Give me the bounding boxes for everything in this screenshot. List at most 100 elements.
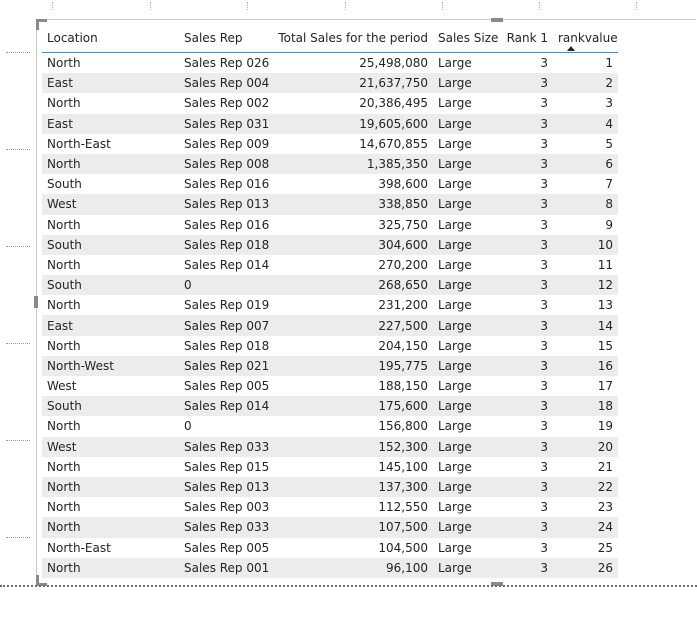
cell-sales-rep: Sales Rep 005 — [184, 379, 269, 394]
cell-sales-size: Large — [438, 177, 472, 192]
column-header-sales-size[interactable]: Sales Size — [433, 24, 501, 53]
cell-sales-rep: Sales Rep 031 — [179, 113, 269, 134]
cell-sales-size: Large — [433, 517, 501, 538]
cell-total-sales: 104,500 — [378, 540, 428, 555]
table-row[interactable]: South Sales Rep 018 304,600 Large 3 10 — [42, 234, 618, 255]
cell-total-sales: 188,150 — [378, 379, 428, 394]
cell-sales-rep: 0 — [179, 275, 269, 296]
cell-sales-rep: Sales Rep 018 — [179, 234, 269, 255]
cell-sales-rep: Sales Rep 015 — [184, 459, 269, 474]
table-row[interactable]: East Sales Rep 007 227,500 Large 3 14 — [42, 315, 618, 336]
table-row[interactable]: West Sales Rep 005 188,150 Large 3 17 — [42, 376, 618, 396]
cell-sales-rep: Sales Rep 003 — [184, 500, 269, 515]
cell-sales-rep: Sales Rep 033 — [179, 517, 269, 538]
table-row[interactable]: North-West Sales Rep 021 195,775 Large 3 16 — [42, 355, 618, 376]
cell-rank-1: 3 — [501, 436, 553, 457]
cell-location: North — [42, 476, 179, 498]
table-row[interactable]: West Sales Rep 013 338,850 Large 3 8 — [42, 194, 618, 215]
cell-rank-1: 3 — [540, 217, 548, 232]
table-row[interactable]: North-East Sales Rep 009 14,670,855 Large 3 5 — [42, 134, 618, 154]
cell-rankvalue: 12 — [553, 275, 618, 296]
table-row[interactable]: West Sales Rep 033 152,300 Large 3 20 — [42, 436, 618, 457]
cell-rank-1: 3 — [501, 153, 553, 175]
cell-total-sales: 1,385,350 — [269, 153, 433, 175]
table-header-row: Location Sales Rep Total Sales for the p… — [42, 24, 618, 53]
column-header-rankvalue[interactable]: rankvalue — [553, 24, 618, 53]
cell-total-sales: 14,670,855 — [359, 136, 428, 151]
cell-total-sales: 21,637,750 — [269, 73, 433, 94]
table-row[interactable]: North Sales Rep 014 270,200 Large 3 11 — [42, 255, 618, 275]
cell-rankvalue: 26 — [553, 557, 618, 578]
cell-sales-rep: 0 — [184, 419, 192, 434]
cell-sales-size: Large — [438, 257, 472, 272]
cell-total-sales: 25,498,080 — [359, 56, 428, 71]
column-header-location[interactable]: Location — [42, 24, 179, 53]
cell-sales-size: Large — [433, 476, 501, 498]
cell-sales-size: Large — [438, 338, 472, 353]
cell-total-sales: 96,100 — [269, 557, 433, 578]
cell-total-sales: 338,850 — [269, 194, 433, 215]
cell-rank-1: 3 — [501, 355, 553, 376]
table-row[interactable]: North Sales Rep 019 231,200 Large 3 13 — [42, 295, 618, 315]
cell-total-sales: 204,150 — [378, 338, 428, 353]
cell-rankvalue: 3 — [605, 96, 613, 111]
cell-rank-1: 3 — [501, 476, 553, 498]
cell-rankvalue: 4 — [553, 113, 618, 134]
table-row[interactable]: North Sales Rep 015 145,100 Large 3 21 — [42, 457, 618, 477]
table-row[interactable]: South Sales Rep 014 175,600 Large 3 18 — [42, 396, 618, 417]
table-row[interactable]: South Sales Rep 016 398,600 Large 3 7 — [42, 174, 618, 194]
table-row[interactable]: North 0 156,800 Large 3 19 — [42, 416, 618, 436]
table-row[interactable]: North Sales Rep 002 20,386,495 Large 3 3 — [42, 93, 618, 113]
table-visual: Location Sales Rep Total Sales for the p… — [42, 24, 618, 578]
cell-rank-1: 3 — [540, 177, 548, 192]
cell-rank-1: 3 — [540, 500, 548, 515]
resize-handle-top[interactable] — [491, 18, 503, 22]
cell-location: North — [47, 419, 81, 434]
cell-sales-rep: Sales Rep 018 — [184, 338, 269, 353]
table-row[interactable]: North Sales Rep 001 96,100 Large 3 26 — [42, 557, 618, 578]
cell-location: North-East — [47, 136, 111, 151]
cell-rank-1: 3 — [501, 517, 553, 538]
cell-sales-size: Large — [433, 355, 501, 376]
cell-rank-1: 3 — [540, 136, 548, 151]
table-row[interactable]: North Sales Rep 018 204,150 Large 3 15 — [42, 336, 618, 356]
column-header-sales-rep[interactable]: Sales Rep — [179, 24, 269, 53]
cell-location: South — [42, 396, 179, 417]
report-canvas: Location Sales Rep Total Sales for the p… — [0, 0, 697, 639]
cell-rank-1: 3 — [501, 275, 553, 296]
table-row[interactable]: North-East Sales Rep 005 104,500 Large 3 25 — [42, 538, 618, 558]
resize-handle-left[interactable] — [34, 296, 38, 308]
cell-rankvalue: 19 — [597, 419, 613, 434]
cell-total-sales: 268,650 — [269, 275, 433, 296]
cell-rankvalue: 16 — [553, 355, 618, 376]
cell-total-sales: 325,750 — [378, 217, 428, 232]
column-header-rank-1[interactable]: Rank 1 — [501, 24, 553, 53]
column-header-total-sales[interactable]: Total Sales for the period — [269, 24, 433, 53]
table-row[interactable]: North Sales Rep 008 1,385,350 Large 3 6 — [42, 153, 618, 175]
table-row[interactable]: North Sales Rep 003 112,550 Large 3 23 — [42, 497, 618, 517]
sort-ascending-icon — [567, 46, 575, 51]
cell-location: North — [47, 257, 81, 272]
table-row[interactable]: East Sales Rep 031 19,605,600 Large 3 4 — [42, 113, 618, 134]
cell-rank-1: 3 — [540, 96, 548, 111]
table-row[interactable]: North Sales Rep 016 325,750 Large 3 9 — [42, 215, 618, 235]
table-row[interactable]: North Sales Rep 026 25,498,080 Large 3 1 — [42, 53, 618, 74]
cell-rankvalue: 10 — [553, 234, 618, 255]
cell-total-sales: 20,386,495 — [359, 96, 428, 111]
cell-sales-size: Large — [433, 73, 501, 94]
table-row[interactable]: East Sales Rep 004 21,637,750 Large 3 2 — [42, 73, 618, 94]
column-header-rankvalue-label: rankvalue — [558, 31, 618, 45]
cell-total-sales: 152,300 — [269, 436, 433, 457]
cell-location: East — [42, 113, 179, 134]
cell-total-sales: 112,550 — [378, 500, 428, 515]
table-row[interactable]: North Sales Rep 033 107,500 Large 3 24 — [42, 517, 618, 538]
cell-location: North — [47, 500, 81, 515]
cell-sales-rep: Sales Rep 014 — [184, 257, 269, 272]
cell-sales-size: Large — [433, 113, 501, 134]
cell-rankvalue: 2 — [553, 73, 618, 94]
cell-location: North — [47, 56, 81, 71]
cell-total-sales: 270,200 — [378, 257, 428, 272]
table-row[interactable]: South 0 268,650 Large 3 12 — [42, 275, 618, 296]
cell-sales-size: Large — [438, 379, 472, 394]
table-row[interactable]: North Sales Rep 013 137,300 Large 3 22 — [42, 476, 618, 498]
